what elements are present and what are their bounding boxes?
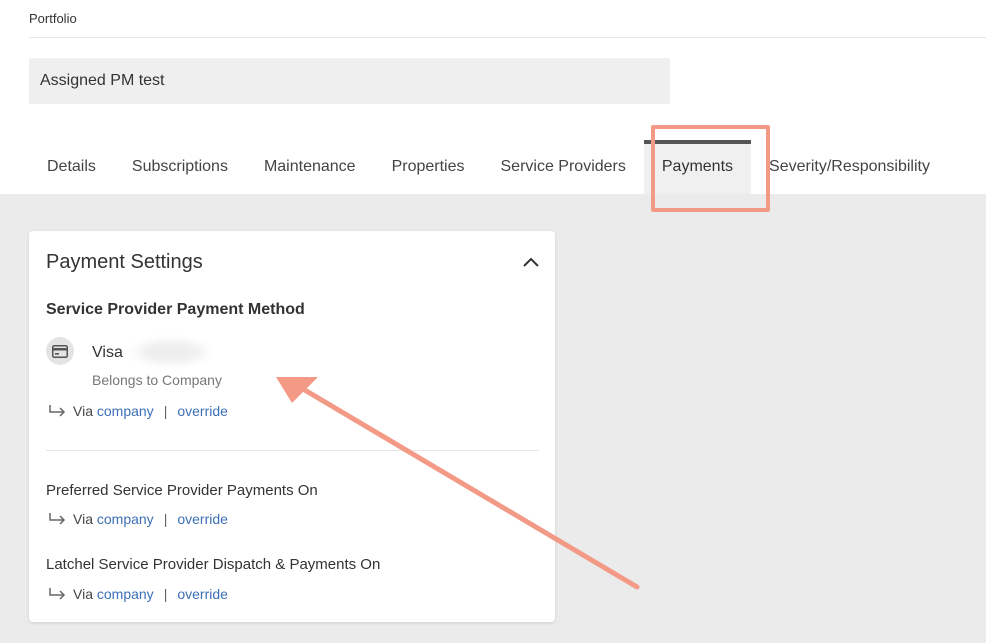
override-link[interactable]: override [177, 511, 228, 527]
payment-method-brand: Visa [92, 344, 123, 361]
via-text: Via [73, 511, 93, 527]
section-heading: Service Provider Payment Method [46, 301, 305, 318]
via-text: Via [73, 403, 93, 419]
separator: | [163, 511, 168, 527]
tab-payments[interactable]: Payments [643, 140, 752, 194]
company-link[interactable]: company [97, 403, 154, 419]
tab-severity-responsibility[interactable]: Severity/Responsibility [751, 140, 948, 194]
company-link[interactable]: company [97, 511, 154, 527]
company-link[interactable]: company [97, 586, 154, 602]
divider [46, 450, 539, 451]
divider [29, 37, 986, 38]
redacted-card-number [131, 338, 211, 366]
override-link[interactable]: override [177, 586, 228, 602]
breadcrumb[interactable]: Portfolio [29, 11, 77, 26]
preferred-payments-label: Preferred Service Provider Payments On [46, 482, 318, 499]
latchel-dispatch-label: Latchel Service Provider Dispatch & Paym… [46, 556, 381, 573]
tab-service-providers[interactable]: Service Providers [483, 140, 644, 194]
latchel-dispatch-via-row: Via company | override [48, 586, 228, 602]
tab-subscriptions[interactable]: Subscriptions [114, 140, 246, 194]
return-arrow-icon [49, 588, 66, 600]
tab-properties[interactable]: Properties [374, 140, 483, 194]
payment-method-owner: Belongs to Company [92, 372, 222, 388]
credit-card-icon [52, 344, 68, 358]
override-link[interactable]: override [177, 403, 228, 419]
separator: | [163, 403, 168, 419]
separator: | [163, 586, 168, 602]
card-title: Payment Settings [46, 251, 203, 273]
credit-card-icon-wrapper [46, 337, 74, 365]
return-arrow-icon [49, 405, 66, 417]
portfolio-name-field[interactable]: Assigned PM test [29, 58, 670, 104]
tab-details[interactable]: Details [29, 140, 114, 194]
tab-maintenance[interactable]: Maintenance [246, 140, 374, 194]
preferred-payments-via-row: Via company | override [48, 511, 228, 527]
via-text: Via [73, 586, 93, 602]
return-arrow-icon [49, 513, 66, 525]
tab-bar: Details Subscriptions Maintenance Proper… [29, 140, 948, 194]
payment-settings-card: Payment Settings Service Provider Paymen… [29, 231, 555, 622]
payment-method-via-row: Via company | override [48, 403, 228, 419]
header-area: Portfolio Assigned PM test Details Subsc… [0, 0, 986, 194]
collapse-button[interactable] [518, 249, 544, 275]
chevron-up-icon [523, 257, 539, 267]
